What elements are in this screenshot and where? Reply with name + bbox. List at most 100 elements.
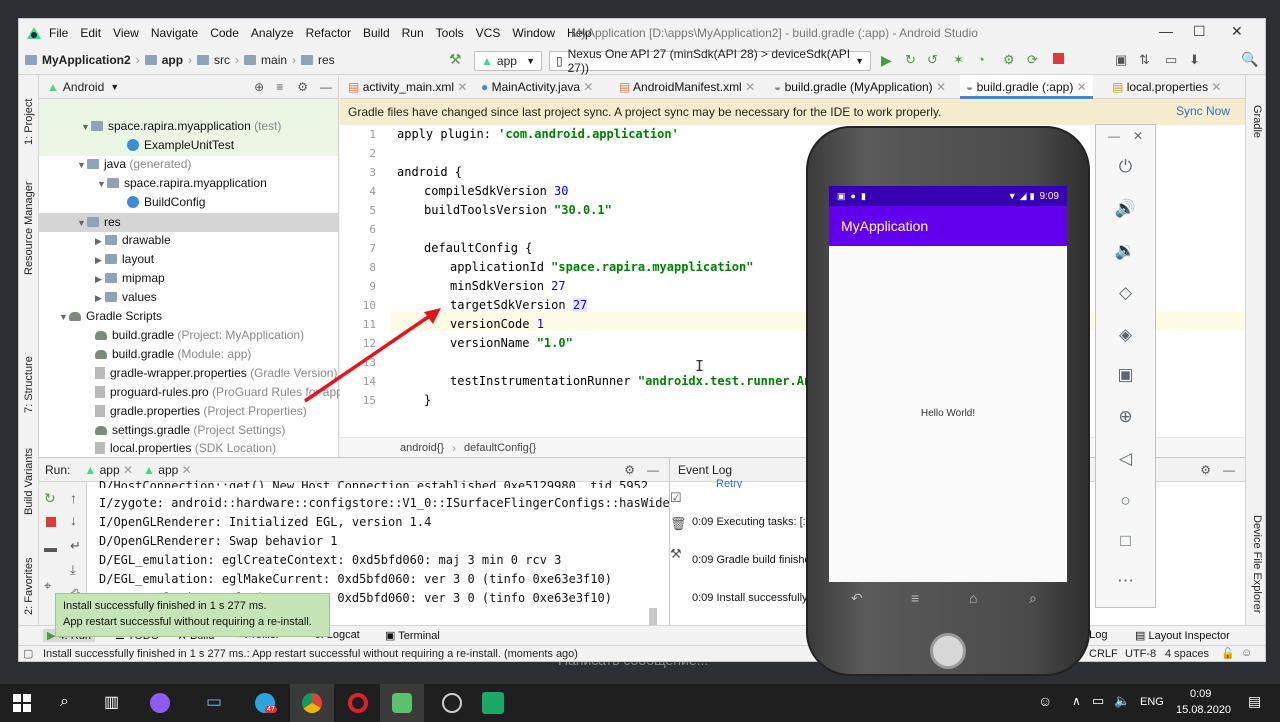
menu-run[interactable]: Run: [402, 26, 424, 40]
camera-icon[interactable]: ▣: [1096, 365, 1155, 385]
breadcrumb-android[interactable]: android{}: [400, 442, 444, 454]
green-app-icon[interactable]: [482, 692, 504, 714]
run-tab-app-1[interactable]: ▲ app ✕: [84, 463, 133, 477]
down-arrow-icon[interactable]: ↓: [70, 512, 77, 528]
sdk-manager-icon[interactable]: ⬇: [1189, 52, 1200, 68]
scroll-to-end-icon[interactable]: ⤓: [70, 562, 76, 578]
menu-vcs[interactable]: VCS: [476, 26, 501, 40]
device-file-explorer-tool-tab[interactable]: Device File Explorer: [1251, 515, 1263, 613]
home-icon[interactable]: ○: [1096, 491, 1155, 511]
tree-item-settings-gradle[interactable]: settings.gradle (Project Settings): [95, 421, 285, 440]
laptop-app-icon[interactable]: ▭: [206, 692, 222, 712]
tab-build-gradle-app[interactable]: ◒ build.gradle (:app) ✕: [960, 75, 1093, 99]
opera-icon[interactable]: [348, 693, 368, 713]
more-icon[interactable]: ⋯: [1096, 571, 1155, 591]
tab-android-manifest[interactable]: ▤ AndroidManifest.xml ✕: [613, 75, 761, 99]
assistant-icon[interactable]: [150, 693, 170, 713]
menu-window[interactable]: Window: [512, 26, 555, 40]
retry-link[interactable]: Retry: [716, 478, 742, 488]
mark-read-icon[interactable]: ☑: [670, 490, 682, 506]
file-encoding[interactable]: UTF-8: [1125, 648, 1156, 660]
tool-layout-inspector[interactable]: ▤ Layout Inspector: [1135, 629, 1230, 642]
gear-icon[interactable]: ⚙: [297, 80, 308, 94]
device-manager-icon[interactable]: ▭: [1165, 52, 1177, 68]
zoom-icon[interactable]: ⊕: [1096, 407, 1155, 427]
tab-build-gradle-project[interactable]: ◒ build.gradle (MyApplication) ✕: [768, 75, 952, 99]
search-icon[interactable]: 🔍: [1241, 51, 1258, 68]
tree-item-build-config[interactable]: BuildConfig: [127, 193, 205, 212]
tab-main-activity-java[interactable]: ● MainActivity.java ✕: [475, 75, 599, 99]
menu-file[interactable]: File: [49, 26, 68, 40]
task-view-icon[interactable]: ▥: [104, 692, 119, 712]
favorites-tool-tab[interactable]: 2: Favorites: [23, 558, 35, 615]
device-select[interactable]: ▯ Nexus One API 27 (minSdk(API 28) > dev…: [549, 47, 871, 75]
volume-up-icon[interactable]: 🔊: [1096, 199, 1155, 219]
rotate-right-icon[interactable]: ◈: [1096, 325, 1155, 345]
tree-item-values[interactable]: ▶ values: [95, 288, 157, 307]
tree-item-drawable[interactable]: ▶ drawable: [95, 231, 171, 250]
menu-edit[interactable]: Edit: [80, 26, 101, 40]
line-separator[interactable]: CRLF: [1089, 648, 1118, 660]
hide-icon[interactable]: —: [647, 463, 659, 477]
tree-item-test-package[interactable]: ▼ space.rapira.myapplication (test): [81, 117, 281, 136]
up-arrow-icon[interactable]: ↑: [70, 490, 77, 506]
breadcrumb-project[interactable]: MyApplication2: [42, 53, 131, 67]
rerun-icon[interactable]: ↻: [44, 490, 56, 507]
apply-code-changes-icon[interactable]: ↺: [927, 52, 938, 68]
tree-item-example-unit-test[interactable]: ExampleUnitTest: [127, 136, 234, 155]
event-icon[interactable]: ☺: [1241, 647, 1252, 659]
breadcrumb-src[interactable]: src: [214, 53, 230, 67]
maximize-icon[interactable]: ☐: [1193, 23, 1206, 40]
chevron-up-icon[interactable]: ∧: [1072, 694, 1081, 708]
sync-now-link[interactable]: Sync Now: [1176, 104, 1230, 118]
power-icon[interactable]: ⏻: [1096, 157, 1155, 177]
tree-item-generated-package[interactable]: ▼ space.rapira.myapplication: [97, 174, 267, 193]
tree-item-mipmap[interactable]: ▶ mipmap: [95, 269, 165, 288]
menu-navigate[interactable]: Navigate: [151, 26, 198, 40]
debug-icon[interactable]: ✶: [953, 52, 964, 68]
tree-item-build-gradle-module[interactable]: build.gradle (Module: app): [95, 345, 251, 364]
structure-tool-tab[interactable]: 7: Structure: [23, 356, 35, 413]
notifications-icon[interactable]: ▤: [1248, 693, 1261, 710]
obs-icon[interactable]: [442, 693, 462, 713]
menu-icon[interactable]: ≡: [911, 590, 919, 606]
hide-icon[interactable]: —: [1223, 463, 1235, 477]
hide-icon[interactable]: —: [320, 80, 332, 94]
wrench-icon[interactable]: ⚒: [670, 546, 682, 562]
run-scrollbar[interactable]: [649, 608, 657, 626]
volume-icon[interactable]: 🔈: [1114, 693, 1130, 709]
rerun-icon[interactable]: ⟳: [1027, 52, 1038, 68]
tree-item-res[interactable]: ▼ res: [77, 213, 121, 232]
rotate-left-icon[interactable]: ◇: [1096, 283, 1155, 303]
apply-changes-icon[interactable]: ↻: [905, 52, 916, 68]
run-tab-app-2[interactable]: ▲ app ✕: [143, 463, 192, 477]
resource-manager-tool-tab[interactable]: Resource Manager: [23, 181, 35, 275]
close-icon[interactable]: ✕: [1133, 129, 1143, 143]
tool-terminal[interactable]: ▣ Terminal: [385, 629, 440, 642]
locate-icon[interactable]: ⊕: [254, 80, 264, 94]
breadcrumb-main[interactable]: main: [261, 53, 287, 67]
build-variants-tool-tab[interactable]: Build Variants: [23, 448, 35, 515]
tab-local-properties[interactable]: ▤ local.properties ✕: [1106, 75, 1227, 99]
menu-tools[interactable]: Tools: [436, 26, 464, 40]
indent-setting[interactable]: 4 spaces: [1165, 648, 1209, 660]
menu-analyze[interactable]: Analyze: [251, 26, 294, 40]
tree-item-java-generated[interactable]: ▼ java (generated): [77, 155, 191, 174]
gradle-tool-tab[interactable]: Gradle: [1251, 105, 1263, 138]
run-config-select[interactable]: ▲ app ▼: [474, 51, 542, 71]
pin-icon[interactable]: ⌖: [44, 578, 51, 594]
project-view-select[interactable]: Android: [63, 80, 104, 94]
stop-icon[interactable]: [1053, 53, 1064, 64]
layout-icon[interactable]: ▣: [1115, 52, 1127, 68]
tree-item-gradle-scripts[interactable]: ▼ Gradle Scripts: [59, 307, 162, 326]
gear-icon[interactable]: ⚙: [1200, 463, 1211, 477]
gear-icon[interactable]: ⚙: [624, 463, 635, 477]
network-icon[interactable]: ▭: [1092, 693, 1104, 709]
emulator-screen[interactable]: ▣ ● ▮ ▼ ◢ ▮ 9:09 MyApplication Hello Wor…: [829, 186, 1067, 582]
tree-item-layout[interactable]: ▶ layout: [95, 250, 154, 269]
menu-view[interactable]: View: [113, 26, 139, 40]
back-icon[interactable]: ↶: [851, 590, 863, 607]
tab-activity-main-xml[interactable]: ▤ activity_main.xml ✕: [342, 75, 473, 99]
trash-icon[interactable]: 🗑: [670, 516, 687, 532]
close-icon[interactable]: ✕: [1231, 23, 1243, 40]
